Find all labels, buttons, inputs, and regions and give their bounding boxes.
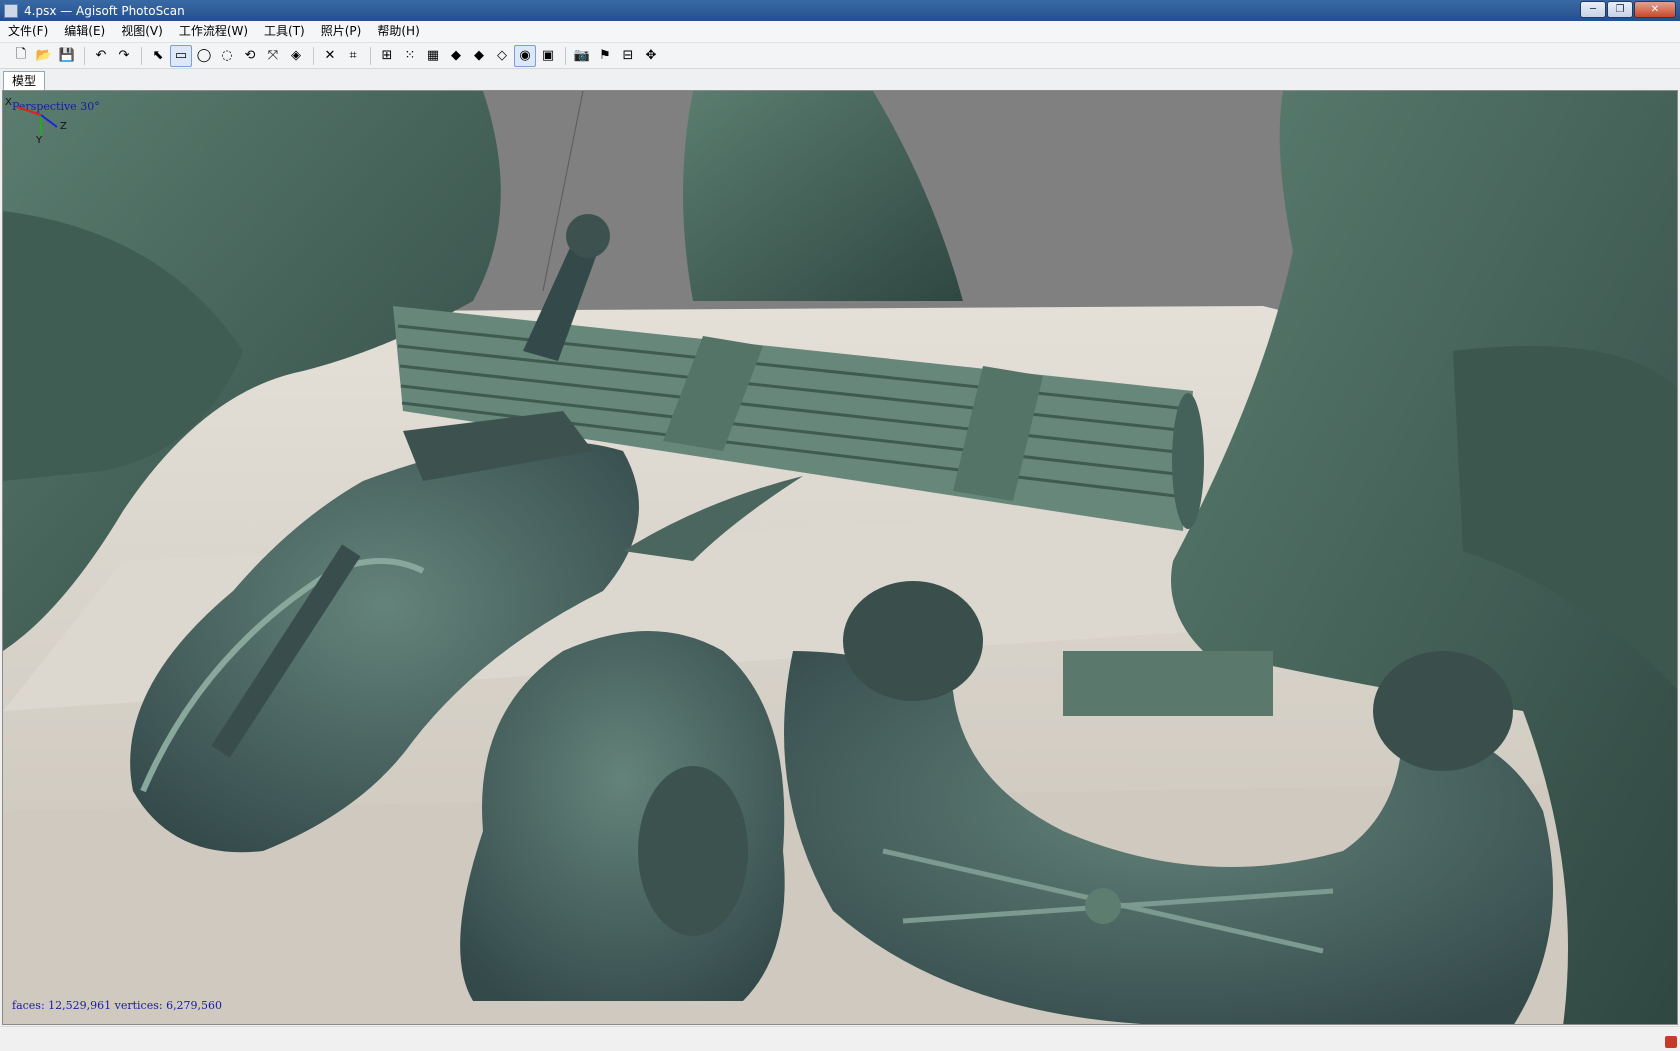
tab-strip: 模型 <box>0 70 1680 91</box>
maximize-button[interactable]: ❐ <box>1607 1 1633 18</box>
textured-model-icon[interactable]: ◉ <box>514 44 536 67</box>
undo-icon[interactable]: ↶ <box>90 45 112 67</box>
app-icon <box>4 3 18 18</box>
menu-tools[interactable]: 工具(T) <box>256 21 313 42</box>
crop-selection-icon[interactable]: ⌗ <box>342 45 364 67</box>
menu-edit[interactable]: 编辑(E) <box>56 21 113 42</box>
open-icon[interactable]: 📂 <box>33 45 55 67</box>
free-form-selection-icon[interactable]: ◌ <box>216 45 238 67</box>
close-button[interactable]: ✕ <box>1634 1 1676 18</box>
status-indicator-icon <box>1665 1036 1677 1048</box>
show-points-icon[interactable]: ⁙ <box>399 45 421 67</box>
wireframe-model-icon[interactable]: ◇ <box>491 45 513 67</box>
move-object-icon[interactable]: ⤧ <box>262 45 284 67</box>
minimize-button[interactable]: ─ <box>1580 1 1606 18</box>
axis-z-line <box>40 114 58 128</box>
toolbar: 🗋 📂 💾 ↶ ↷ ⬉ ▭ ◯ ◌ ⟲ ⤧ ◈ ✕ ⌗ ⊞ ⁙ ▦ ◆ ◆ ◇ ◉ ▣ 📷 ⚑ ⊟ ✥ <box>0 43 1680 69</box>
axis-x-label: X <box>5 97 12 108</box>
window-title: 4.psx — Agisoft PhotoScan <box>24 3 185 18</box>
menu-help[interactable]: 帮助(H) <box>369 21 427 42</box>
toolbar-separator <box>370 46 371 65</box>
axis-y-label: Y <box>35 135 43 143</box>
reset-view-icon[interactable]: ✥ <box>640 45 662 67</box>
toolbar-separator <box>141 46 142 65</box>
menu-photos[interactable]: 照片(P) <box>313 21 370 42</box>
region-icon[interactable]: ⊟ <box>617 45 639 67</box>
toolbar-separator <box>313 46 314 65</box>
solid-model-icon[interactable]: ◆ <box>468 45 490 67</box>
navigation-icon[interactable]: ⬉ <box>147 45 169 67</box>
tiled-model-icon[interactable]: ▣ <box>537 45 559 67</box>
camera-icon[interactable]: 📷 <box>571 45 593 67</box>
scale-object-icon[interactable]: ◈ <box>285 45 307 67</box>
tab-model[interactable]: 模型 <box>3 71 46 91</box>
toolbar-separator <box>565 46 566 65</box>
axis-indicator: X Y Z <box>5 97 67 143</box>
markers-icon[interactable]: ⚑ <box>594 45 616 67</box>
save-icon[interactable]: 💾 <box>56 45 78 67</box>
axis-z-label: Z <box>60 121 67 132</box>
window-controls: ─ ❐ ✕ <box>1580 1 1676 18</box>
shaded-model-icon[interactable]: ◆ <box>445 45 467 67</box>
axis-x-line <box>16 106 42 116</box>
menu-bar: 文件(F) 编辑(E) 视图(V) 工作流程(W) 工具(T) 照片(P) 帮助… <box>0 21 1680 43</box>
menu-workflow[interactable]: 工作流程(W) <box>171 21 256 42</box>
show-cameras-icon[interactable]: ⊞ <box>376 45 398 67</box>
rectangle-selection-icon[interactable]: ▭ <box>170 44 192 67</box>
textured-model-render <box>3 91 1677 1024</box>
show-dense-cloud-icon[interactable]: ▦ <box>422 45 444 67</box>
model-viewport[interactable]: Perspective 30° faces: 12,529,961 vertic… <box>2 90 1678 1025</box>
delete-selection-icon[interactable]: ✕ <box>319 45 341 67</box>
rotate-object-icon[interactable]: ⟲ <box>239 45 261 67</box>
redo-icon[interactable]: ↷ <box>113 45 135 67</box>
menu-file[interactable]: 文件(F) <box>0 21 56 42</box>
new-icon[interactable]: 🗋 <box>10 45 32 67</box>
circle-selection-icon[interactable]: ◯ <box>193 45 215 67</box>
model-stats: faces: 12,529,961 vertices: 6,279,560 <box>12 999 223 1012</box>
title-bar: 4.psx — Agisoft PhotoScan ─ ❐ ✕ <box>0 0 1680 21</box>
status-bar <box>0 1026 1680 1051</box>
toolbar-separator <box>84 46 85 65</box>
menu-view[interactable]: 视图(V) <box>113 21 171 42</box>
